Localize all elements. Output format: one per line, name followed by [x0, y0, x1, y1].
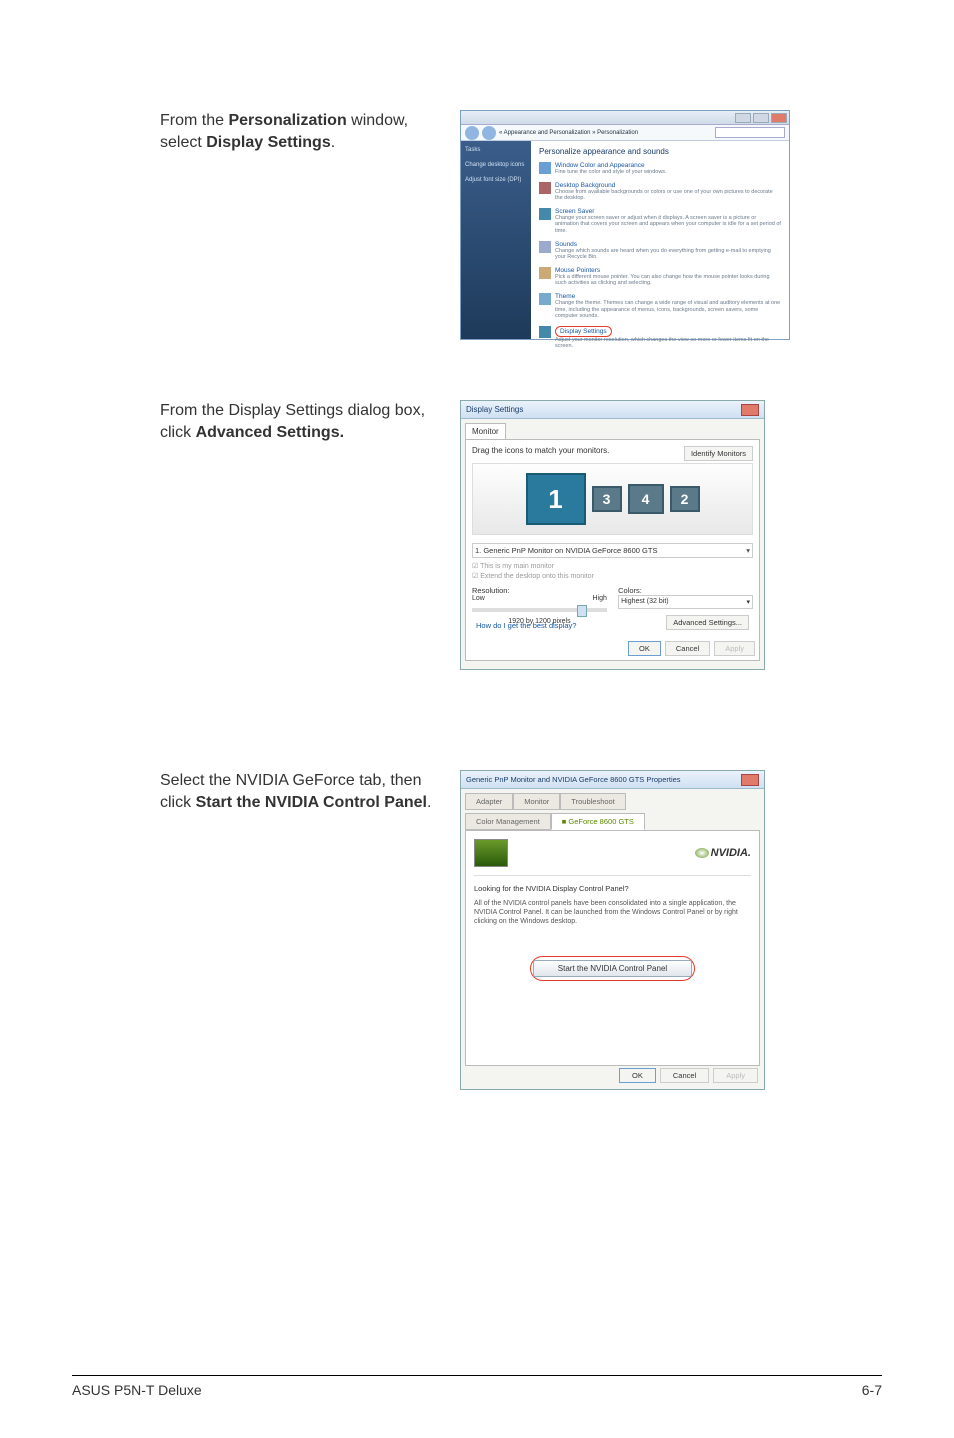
- apply-button[interactable]: Apply: [713, 1068, 758, 1083]
- link-screen-saver[interactable]: Screen Saver: [555, 208, 781, 215]
- theme-icon: [539, 293, 551, 305]
- identify-monitors-button[interactable]: Identify Monitors: [684, 446, 753, 461]
- start-nvidia-control-panel-button[interactable]: Start the NVIDIA Control Panel: [533, 960, 692, 977]
- tab-geforce[interactable]: ■ GeForce 8600 GTS: [551, 813, 645, 830]
- close-icon[interactable]: [741, 404, 759, 416]
- ok-button[interactable]: OK: [619, 1068, 656, 1083]
- nvidia-logo: NVIDIA.: [695, 847, 751, 859]
- footer-page-number: 6-7: [862, 1382, 882, 1398]
- resolution-slider[interactable]: [472, 608, 607, 612]
- monitor-arrangement[interactable]: 1 3 4 2: [472, 463, 753, 535]
- resolution-label: Resolution:: [472, 586, 607, 595]
- monitor-3[interactable]: 3: [592, 486, 622, 512]
- link-mouse-pointers[interactable]: Mouse Pointers: [555, 267, 781, 274]
- description-text: All of the NVIDIA control panels have be…: [474, 899, 751, 926]
- screensaver-icon: [539, 208, 551, 220]
- forward-button[interactable]: [482, 126, 496, 140]
- display-icon: [539, 326, 551, 338]
- breadcrumb[interactable]: « Appearance and Personalization » Perso…: [499, 130, 638, 136]
- link-display-settings[interactable]: Display Settings: [560, 328, 607, 335]
- search-input[interactable]: [715, 127, 785, 138]
- link-theme[interactable]: Theme: [555, 293, 781, 300]
- chip-icon: [474, 839, 508, 867]
- link-desktop-background[interactable]: Desktop Background: [555, 182, 781, 189]
- extend-desktop-checkbox[interactable]: ☑ Extend the desktop onto this monitor: [472, 572, 753, 580]
- tab-monitor[interactable]: Monitor: [513, 793, 560, 810]
- sidebar: Tasks Change desktop icons Adjust font s…: [461, 141, 531, 339]
- sidebar-link-font[interactable]: Adjust font size (DPI): [465, 177, 527, 184]
- page-title: Personalize appearance and sounds: [539, 147, 781, 156]
- link-window-color[interactable]: Window Color and Appearance: [555, 162, 667, 169]
- apply-button[interactable]: Apply: [714, 641, 755, 656]
- monitor-4[interactable]: 4: [628, 484, 664, 514]
- tab-troubleshoot[interactable]: Troubleshoot: [560, 793, 626, 810]
- cancel-button[interactable]: Cancel: [660, 1068, 709, 1083]
- question-label: Looking for the NVIDIA Display Control P…: [474, 884, 751, 893]
- color-icon: [539, 162, 551, 174]
- dialog-title: Generic PnP Monitor and NVIDIA GeForce 8…: [466, 775, 681, 784]
- personalization-window: « Appearance and Personalization » Perso…: [460, 110, 790, 340]
- instruction-1: From the Personalization window, select …: [160, 110, 460, 153]
- main-monitor-checkbox[interactable]: ☑ This is my main monitor: [472, 562, 753, 570]
- footer-product: ASUS P5N-T Deluxe: [72, 1382, 202, 1398]
- geforce-properties-dialog: Generic PnP Monitor and NVIDIA GeForce 8…: [460, 770, 765, 1090]
- tab-adapter[interactable]: Adapter: [465, 793, 513, 810]
- maximize-button[interactable]: [753, 113, 769, 123]
- monitor-1[interactable]: 1: [526, 473, 586, 525]
- background-icon: [539, 182, 551, 194]
- help-link[interactable]: How do I get the best display?: [476, 621, 576, 630]
- monitor-select[interactable]: 1. Generic PnP Monitor on NVIDIA GeForce…: [472, 543, 753, 558]
- sidebar-link-icons[interactable]: Change desktop icons: [465, 162, 527, 169]
- tab-monitor[interactable]: Monitor: [465, 423, 506, 439]
- close-button[interactable]: [771, 113, 787, 123]
- display-settings-dialog: Display Settings Monitor Drag the icons …: [460, 400, 765, 670]
- link-sounds[interactable]: Sounds: [555, 241, 781, 248]
- tab-color-management[interactable]: Color Management: [465, 813, 551, 830]
- minimize-button[interactable]: [735, 113, 751, 123]
- instruction-2: From the Display Settings dialog box, cl…: [160, 400, 460, 443]
- advanced-settings-button[interactable]: Advanced Settings...: [666, 615, 749, 630]
- sidebar-tasks-label: Tasks: [465, 147, 527, 154]
- cancel-button[interactable]: Cancel: [665, 641, 710, 656]
- instruction-3: Select the NVIDIA GeForce tab, then clic…: [160, 770, 460, 813]
- close-icon[interactable]: [741, 774, 759, 786]
- colors-select[interactable]: Highest (32 bit)▾: [618, 595, 753, 609]
- colors-label: Colors:: [618, 586, 753, 595]
- monitor-2[interactable]: 2: [670, 486, 700, 512]
- back-button[interactable]: [465, 126, 479, 140]
- sounds-icon: [539, 241, 551, 253]
- ok-button[interactable]: OK: [628, 641, 661, 656]
- mouse-icon: [539, 267, 551, 279]
- dialog-title: Display Settings: [466, 405, 523, 414]
